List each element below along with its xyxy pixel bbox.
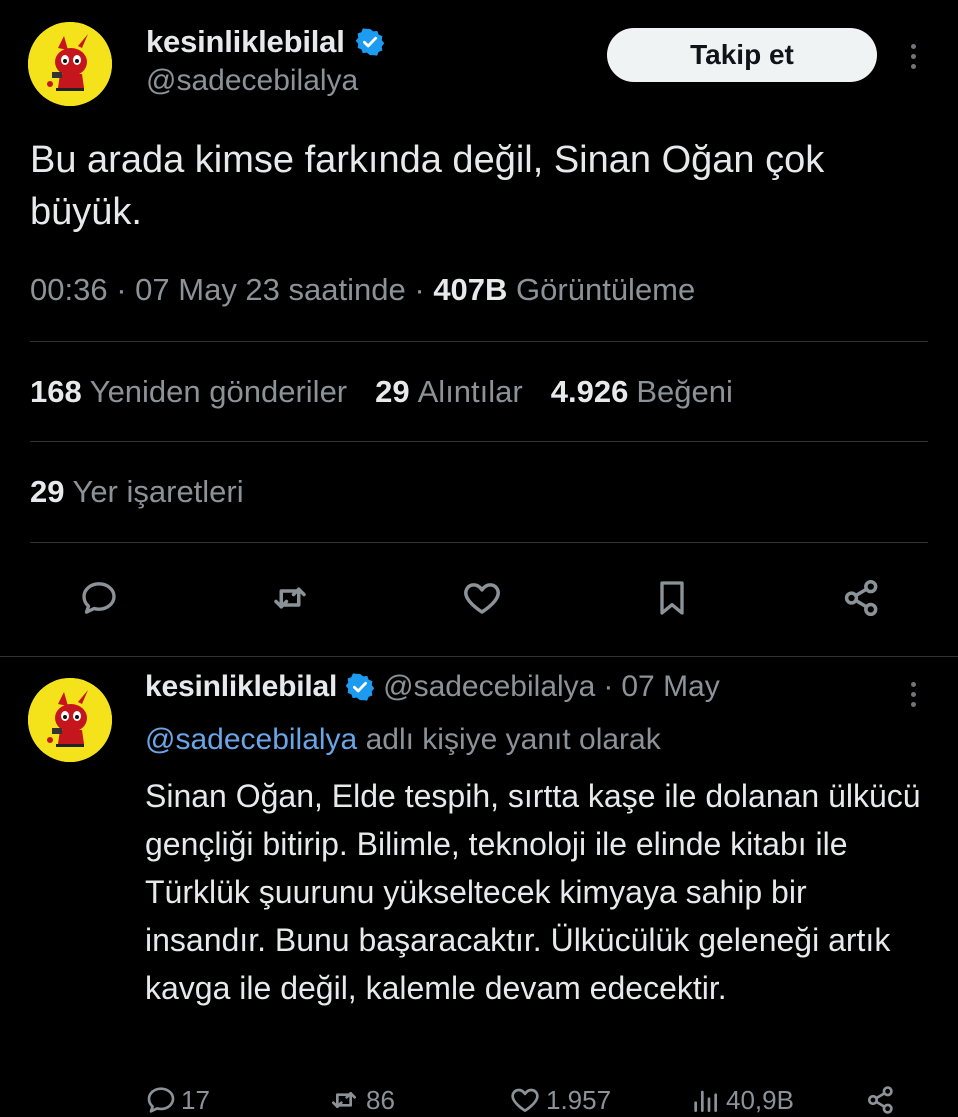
reply-retweets-count: 86 [366,1084,395,1115]
reply-text: Sinan Oğan, Elde tespih, sırtta kaşe ile… [145,778,921,1006]
reply-views-count: 40,9B [726,1084,794,1115]
reply-retweet-action[interactable]: 86 [326,1084,395,1116]
engagement-stats: 168 Yeniden gönderiler 29 Alıntılar 4.926 B… [30,374,733,410]
retweets-stat[interactable]: 168 Yeniden gönderiler [30,374,347,410]
heart-icon[interactable] [460,576,504,620]
divider [30,341,928,342]
reply-author-display-name[interactable]: kesinliklebilal [145,670,337,704]
reply-author-handle[interactable]: @sadecebilalya [383,670,595,704]
reply-more-options-icon[interactable] [903,674,923,714]
replying-mention-link[interactable]: @sadecebilalya [145,723,357,756]
author-display-name[interactable]: kesinliklebilal [146,24,345,60]
author-avatar[interactable] [28,22,112,106]
heart-icon [511,1088,539,1112]
follow-button[interactable]: Takip et [607,28,877,82]
more-options-icon[interactable] [903,36,923,76]
tweet-time[interactable]: 00:36 [30,272,108,307]
quotes-label: Alıntılar [417,374,523,409]
reply-replies-count: 17 [181,1084,210,1115]
bookmark-icon[interactable] [650,576,694,620]
views-count: 407B [433,272,508,307]
quotes-count: 29 [375,374,410,409]
verified-badge-icon [355,27,385,57]
retweets-count: 168 [30,374,82,409]
retweet-icon [332,1092,356,1108]
divider [0,656,958,657]
likes-count: 4.926 [550,374,629,409]
quotes-stat[interactable]: 29 Alıntılar [375,374,523,410]
likes-label: Beğeni [636,374,733,409]
verified-badge-icon [345,672,375,702]
bookmarks-count: 29 [30,474,65,509]
avatar-image [28,678,112,762]
reply-separator: · [603,670,614,703]
avatar-image [28,22,112,106]
views-label: Görüntüleme [516,272,696,307]
bookmarks-label: Yer işaretleri [72,474,244,509]
retweets-label: Yeniden gönderiler [89,374,348,409]
tweet-text: Bu arada kimse farkında değil, Sinan Oğa… [30,139,825,233]
reply-icon [147,1087,175,1113]
reply-views-action[interactable]: 40,9B [688,1084,794,1116]
replying-suffix: adlı kişiye yanıt olarak [365,723,661,756]
bookmarks-stats: 29 Yer işaretleri [30,474,244,510]
tweet-date[interactable]: 07 May 23 saatinde [135,272,406,307]
reply-likes-count: 1.957 [546,1084,612,1115]
replying-to: @sadecebilalya adlı kişiye yanıt olarak [145,723,661,757]
bookmarks-stat[interactable]: 29 Yer işaretleri [30,474,244,510]
meta-separator: · [116,272,127,307]
author-name-row: kesinliklebilal [146,24,385,60]
reply-reply-action[interactable]: 17 [145,1084,210,1116]
share-icon[interactable] [840,576,884,620]
reply-date[interactable]: 07 May [621,670,719,704]
reply-icon[interactable] [77,576,121,620]
reply-share-action[interactable] [864,1084,898,1116]
share-icon [867,1086,893,1114]
divider [30,542,928,543]
views-icon [694,1090,717,1112]
meta-separator: · [414,272,425,307]
likes-stat[interactable]: 4.926 Beğeni [551,374,733,410]
reply-author-avatar[interactable] [28,678,112,762]
tweet-meta: 00:36 · 07 May 23 saatinde · 407B Görünt… [30,272,695,308]
retweet-icon[interactable] [268,576,312,620]
author-handle[interactable]: @sadecebilalya [146,64,358,98]
divider [30,441,928,442]
reply-like-action[interactable]: 1.957 [508,1084,611,1116]
reply-author-row: kesinliklebilal @sadecebilalya · 07 May [145,670,720,704]
